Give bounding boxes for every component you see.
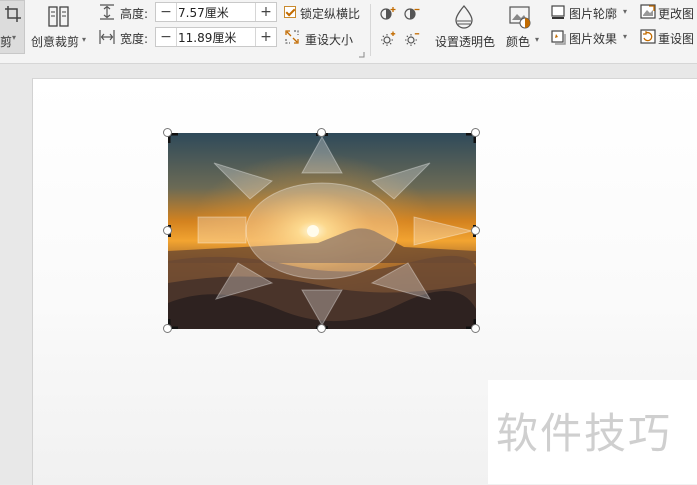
resize-handle-bottom-left[interactable] (163, 324, 172, 333)
creative-crop-button[interactable]: 创意裁剪 ▾ (28, 2, 90, 54)
height-field[interactable]: − + (155, 2, 277, 22)
decrease-brightness-icon[interactable] (404, 31, 420, 47)
chevron-down-icon: ▾ (623, 7, 628, 16)
reset-picture-button[interactable]: 重设图 (638, 28, 697, 48)
watermark: 软件技巧 (488, 380, 697, 484)
picture-tools-ribbon: 剪 ▾ 创意裁剪 ▾ 高度: − + 宽度: − + 锁定纵横比 重设大小 (0, 0, 697, 64)
width-field[interactable]: − + (155, 27, 277, 47)
reset-picture-icon (640, 29, 656, 44)
crop-icon (5, 6, 21, 22)
crop-dropdown-caret[interactable]: ▾ (12, 33, 16, 42)
dialog-launcher-icon[interactable] (359, 52, 365, 58)
reset-size-icon (285, 30, 299, 44)
watermark-text: 软件技巧 (496, 409, 673, 458)
transparent-drop-icon (455, 5, 473, 29)
width-input[interactable] (178, 29, 250, 45)
resize-handle-bottom-right[interactable] (471, 324, 480, 333)
height-decrement-button[interactable]: − (156, 3, 177, 21)
color-button[interactable]: 颜色 ▾ (503, 2, 543, 54)
width-decrement-button[interactable]: − (156, 28, 177, 46)
lock-aspect-ratio-label: 锁定纵横比 (300, 7, 361, 21)
reset-picture-label: 重设图 (658, 32, 695, 46)
group-divider (370, 4, 371, 56)
chevron-down-icon: ▾ (623, 32, 628, 41)
chevron-down-icon: ▾ (535, 35, 540, 44)
set-transparent-color-label: 设置透明色 (435, 35, 496, 49)
width-icon (99, 30, 115, 44)
height-input[interactable] (178, 4, 250, 20)
lock-aspect-ratio-checkbox[interactable] (284, 6, 296, 18)
sunset-mountain-photo (168, 133, 476, 329)
width-label: 宽度: (120, 32, 149, 46)
change-picture-icon (640, 4, 656, 19)
change-picture-button[interactable]: 更改图 (638, 3, 697, 23)
resize-handle-left[interactable] (163, 226, 172, 235)
height-icon (100, 4, 114, 20)
chevron-down-icon: ▾ (82, 35, 87, 44)
change-picture-label: 更改图 (658, 7, 695, 21)
reset-size-button[interactable]: 重设大小 (305, 31, 353, 48)
picture-effects-button[interactable]: 图片效果 ▾ (549, 28, 631, 48)
picture-effects-label: 图片效果 (569, 32, 618, 46)
width-increment-button[interactable]: + (255, 28, 276, 46)
increase-brightness-icon[interactable] (380, 31, 396, 47)
resize-handle-right[interactable] (471, 226, 480, 235)
resize-handle-bottom[interactable] (317, 324, 326, 333)
height-increment-button[interactable]: + (255, 3, 276, 21)
resize-handle-top[interactable] (317, 128, 326, 137)
color-label: 颜色 (506, 35, 531, 49)
decrease-contrast-icon[interactable] (404, 6, 420, 20)
resize-handle-top-left[interactable] (163, 128, 172, 137)
resize-handle-top-right[interactable] (471, 128, 480, 137)
picture-color-icon (509, 6, 531, 29)
crop-label: 剪 (0, 35, 13, 49)
height-label: 高度: (120, 7, 149, 21)
increase-contrast-icon[interactable] (380, 6, 396, 20)
picture-outline-icon (551, 5, 565, 19)
creative-crop-icon (48, 6, 69, 27)
picture-effects-icon (551, 30, 566, 45)
picture-outline-button[interactable]: 图片轮廓 ▾ (549, 3, 631, 23)
selected-picture[interactable] (168, 133, 476, 329)
picture-outline-label: 图片轮廓 (569, 7, 618, 21)
set-transparent-color-button[interactable]: 设置透明色 (432, 2, 498, 54)
creative-crop-label: 创意裁剪 (31, 35, 80, 49)
